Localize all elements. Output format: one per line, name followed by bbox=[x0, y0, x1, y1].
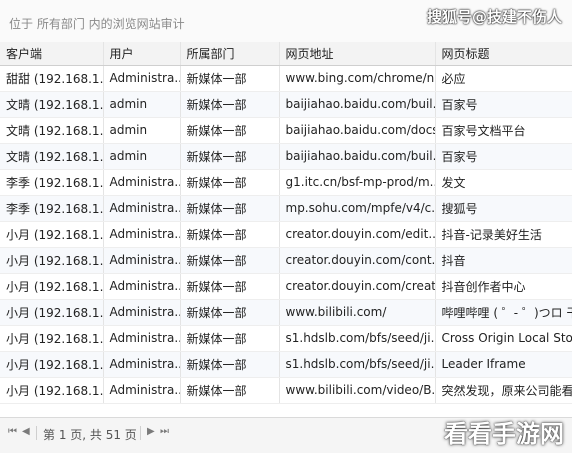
cell-url: s1.hdslb.com/bfs/seed/ji... bbox=[279, 325, 436, 352]
first-page-icon[interactable]: ⏮ bbox=[8, 426, 17, 437]
last-page-icon[interactable]: ⏭ bbox=[160, 426, 169, 437]
column-header-department[interactable]: 所属部门 bbox=[180, 42, 280, 66]
cell-title: 百家号 bbox=[435, 91, 572, 118]
cell-title: 发文 bbox=[435, 169, 572, 196]
pager-divider bbox=[140, 426, 141, 440]
cell-department: 新媒体一部 bbox=[180, 65, 280, 92]
cell-user: Administra... bbox=[103, 325, 181, 352]
cell-department: 新媒体一部 bbox=[180, 117, 280, 144]
prev-page-icon[interactable]: ◀ bbox=[22, 426, 30, 437]
cell-title: 哔哩哔哩 ( ゜- ゜)つロ 干杯 bbox=[435, 299, 572, 326]
cell-url: baijiahao.baidu.com/docs/... bbox=[279, 117, 436, 144]
cell-title: 百家号文档平台 bbox=[435, 117, 572, 144]
cell-url: creator.douyin.com/edit... bbox=[279, 221, 436, 248]
cell-user: Administra... bbox=[103, 377, 181, 404]
cell-department: 新媒体一部 bbox=[180, 299, 280, 326]
cell-client: 小月 (192.168.1... bbox=[0, 299, 104, 326]
cell-department: 新媒体一部 bbox=[180, 351, 280, 378]
table-row[interactable]: 文晴 (192.168.1... admin 新媒体一部 baijiahao.baid… bbox=[0, 91, 572, 118]
cell-url: s1.hdslb.com/bfs/seed/ji... bbox=[279, 351, 436, 378]
column-header-title[interactable]: 网页标题 bbox=[435, 42, 572, 66]
cell-title: 突然发现，原来公司能看到 bbox=[435, 377, 572, 404]
next-page-icon[interactable]: ▶ bbox=[147, 426, 155, 437]
cell-client: 文晴 (192.168.1... bbox=[0, 143, 104, 170]
table-row[interactable]: 小月 (192.168.1... Administra... 新媒体一部 creato… bbox=[0, 273, 572, 300]
cell-client: 李季 (192.168.1... bbox=[0, 169, 104, 196]
cell-user: Administra... bbox=[103, 247, 181, 274]
cell-title: 必应 bbox=[435, 65, 572, 92]
cell-url: creator.douyin.com/creat... bbox=[279, 273, 436, 300]
cell-client: 小月 (192.168.1... bbox=[0, 247, 104, 274]
table-row[interactable]: 小月 (192.168.1... Administra... 新媒体一部 www.bi… bbox=[0, 299, 572, 326]
audit-table: 客户端 用户 所属部门 网页地址 网页标题 甜甜 (192.168.1... Ad… bbox=[0, 42, 572, 404]
cell-title: 抖音 bbox=[435, 247, 572, 274]
cell-user: Administra... bbox=[103, 221, 181, 248]
cell-url: creator.douyin.com/cont... bbox=[279, 247, 436, 274]
cell-client: 李季 (192.168.1... bbox=[0, 195, 104, 222]
cell-client: 小月 (192.168.1... bbox=[0, 221, 104, 248]
page-indicator: 第 1 页, 共 51 页 bbox=[43, 428, 137, 442]
cell-title: 百家号 bbox=[435, 143, 572, 170]
cell-title: 抖音创作者中心 bbox=[435, 273, 572, 300]
cell-user: admin bbox=[103, 143, 181, 170]
cell-url: g1.itc.cn/bsf-mp-prod/m... bbox=[279, 169, 436, 196]
cell-user: Administra... bbox=[103, 169, 181, 196]
pager-divider bbox=[36, 426, 37, 440]
cell-department: 新媒体一部 bbox=[180, 169, 280, 196]
cell-department: 新媒体一部 bbox=[180, 91, 280, 118]
cell-url: www.bilibili.com/ bbox=[279, 299, 436, 326]
cell-department: 新媒体一部 bbox=[180, 195, 280, 222]
column-header-url[interactable]: 网页地址 bbox=[279, 42, 436, 66]
table-row[interactable]: 小月 (192.168.1... Administra... 新媒体一部 s1.hds… bbox=[0, 351, 572, 378]
cell-user: Administra... bbox=[103, 299, 181, 326]
cell-title: Cross Origin Local Storage bbox=[435, 325, 572, 352]
cell-department: 新媒体一部 bbox=[180, 273, 280, 300]
cell-user: Administra... bbox=[103, 195, 181, 222]
table-row[interactable]: 李季 (192.168.1... Administra... 新媒体一部 mp.soh… bbox=[0, 195, 572, 222]
cell-client: 甜甜 (192.168.1... bbox=[0, 65, 104, 92]
cell-title: 抖音-记录美好生活 bbox=[435, 221, 572, 248]
page-title: 位于 所有部门 内的浏览网站审计 bbox=[9, 17, 185, 31]
table-row[interactable]: 小月 (192.168.1... Administra... 新媒体一部 creato… bbox=[0, 221, 572, 248]
table-row[interactable]: 小月 (192.168.1... Administra... 新媒体一部 www.bi… bbox=[0, 377, 572, 404]
cell-url: www.bilibili.com/video/B... bbox=[279, 377, 436, 404]
cell-department: 新媒体一部 bbox=[180, 325, 280, 352]
cell-user: Administra... bbox=[103, 351, 181, 378]
cell-url: www.bing.com/chrome/n... bbox=[279, 65, 436, 92]
title-bar: 位于 所有部门 内的浏览网站审计 搜狐号@技建不伤人 bbox=[0, 0, 572, 43]
cell-department: 新媒体一部 bbox=[180, 377, 280, 404]
cell-client: 文晴 (192.168.1... bbox=[0, 117, 104, 144]
cell-title: 搜狐号 bbox=[435, 195, 572, 222]
cell-client: 文晴 (192.168.1... bbox=[0, 91, 104, 118]
cell-user: admin bbox=[103, 117, 181, 144]
column-header-user[interactable]: 用户 bbox=[103, 42, 181, 66]
cell-user: admin bbox=[103, 91, 181, 118]
watermark: 搜狐号@技建不伤人 bbox=[426, 8, 562, 26]
table-row[interactable]: 文晴 (192.168.1... admin 新媒体一部 baijiahao.baid… bbox=[0, 117, 572, 144]
site-logo: 看看手游网 bbox=[444, 420, 564, 448]
cell-department: 新媒体一部 bbox=[180, 143, 280, 170]
cell-department: 新媒体一部 bbox=[180, 247, 280, 274]
cell-url: mp.sohu.com/mpfe/v4/c... bbox=[279, 195, 436, 222]
cell-department: 新媒体一部 bbox=[180, 221, 280, 248]
cell-title: Leader Iframe bbox=[435, 351, 572, 378]
table-row[interactable]: 李季 (192.168.1... Administra... 新媒体一部 g1.itc… bbox=[0, 169, 572, 196]
cell-client: 小月 (192.168.1... bbox=[0, 273, 104, 300]
table-row[interactable]: 甜甜 (192.168.1... Administra... 新媒体一部 www.bi… bbox=[0, 65, 572, 92]
cell-url: baijiahao.baidu.com/buil... bbox=[279, 143, 436, 170]
cell-client: 小月 (192.168.1... bbox=[0, 325, 104, 352]
cell-client: 小月 (192.168.1... bbox=[0, 377, 104, 404]
table-row[interactable]: 小月 (192.168.1... Administra... 新媒体一部 creato… bbox=[0, 247, 572, 274]
table-row[interactable]: 文晴 (192.168.1... admin 新媒体一部 baijiahao.baid… bbox=[0, 143, 572, 170]
cell-url: baijiahao.baidu.com/buil... bbox=[279, 91, 436, 118]
cell-client: 小月 (192.168.1... bbox=[0, 351, 104, 378]
table-row[interactable]: 小月 (192.168.1... Administra... 新媒体一部 s1.hds… bbox=[0, 325, 572, 352]
cell-user: Administra... bbox=[103, 273, 181, 300]
header-row: 客户端 用户 所属部门 网页地址 网页标题 bbox=[0, 42, 572, 66]
column-header-client[interactable]: 客户端 bbox=[0, 42, 104, 66]
cell-user: Administra... bbox=[103, 65, 181, 92]
